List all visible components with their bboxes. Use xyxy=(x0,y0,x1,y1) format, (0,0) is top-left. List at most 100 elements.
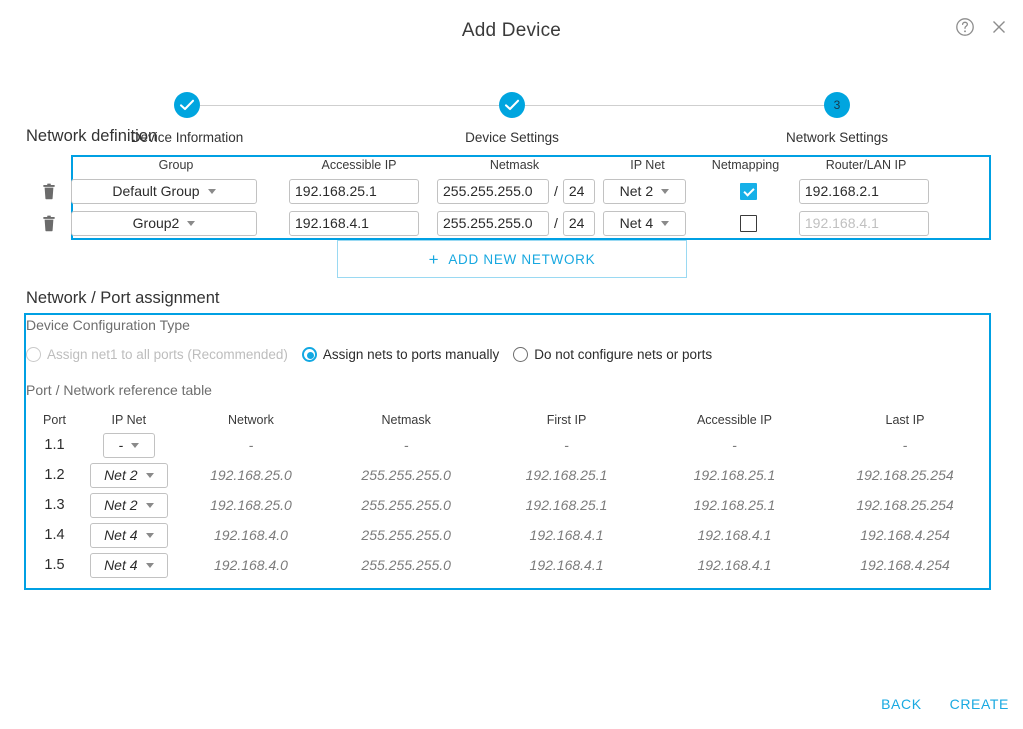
accessible-ip-input[interactable] xyxy=(289,178,419,204)
wizard-stepper: Device Information Device Settings 3 Net… xyxy=(0,46,1023,145)
first-ip-cell: - xyxy=(564,437,569,453)
netmapping-checkbox[interactable] xyxy=(739,182,757,200)
column-header-netmask: Netmask xyxy=(381,413,431,427)
netmask-input[interactable] xyxy=(437,210,549,236)
radio-circle-icon xyxy=(513,347,529,362)
cidr-input[interactable] xyxy=(562,178,595,204)
add-new-network-button[interactable]: + ADD NEW NETWORK xyxy=(337,240,687,278)
port-ip-net-value: Net 4 xyxy=(104,527,138,543)
network-definition-heading: Network definition xyxy=(26,127,158,145)
netmask-cell: 255.255.255.0 xyxy=(361,467,451,483)
ip-net-select[interactable]: Net 2 xyxy=(602,178,686,204)
step-complete-check-icon xyxy=(174,92,200,118)
port-ip-net-cell: Net 2 xyxy=(83,490,175,520)
chevron-down-icon xyxy=(145,532,154,538)
chevron-down-icon xyxy=(145,502,154,508)
column-header-ip-net: IP Net xyxy=(111,413,147,427)
footer-actions: BACK CREATE xyxy=(881,696,1009,712)
netmask-input[interactable] xyxy=(437,178,549,204)
column-header-ip-net: IP Net xyxy=(630,158,665,172)
chevron-down-icon xyxy=(661,220,670,226)
port-ip-net-select[interactable]: Net 2 xyxy=(89,462,168,488)
port-assignment-heading: Network / Port assignment xyxy=(26,289,220,307)
netmapping-checkbox[interactable] xyxy=(739,214,757,232)
port-cell: 1.1 xyxy=(44,437,65,453)
accessible-ip-cell: 192.168.4.1 xyxy=(697,557,772,573)
radio-assign-nets-manually[interactable]: Assign nets to ports manually xyxy=(301,347,500,362)
network-cell: 192.168.4.0 xyxy=(213,527,288,543)
cidr-input[interactable] xyxy=(562,210,595,236)
back-button[interactable]: BACK xyxy=(881,696,922,712)
chevron-down-icon xyxy=(661,188,670,194)
stepper-step-network-settings[interactable]: 3 Network Settings xyxy=(772,92,902,145)
first-ip-cell: 192.168.25.1 xyxy=(525,497,608,513)
network-definition-grid: Group Accessible IP Netmask IP Net Netma… xyxy=(26,155,994,239)
radio-label: Assign nets to ports manually xyxy=(322,347,500,362)
column-header-port: Port xyxy=(43,413,66,427)
column-header-group: Group xyxy=(158,158,194,172)
stepper-step-label: Network Settings xyxy=(785,130,889,145)
column-header-netmapping: Netmapping xyxy=(711,158,780,172)
group-select[interactable]: Default Group xyxy=(71,178,257,204)
column-header-first-ip: First IP xyxy=(546,413,587,427)
accessible-ip-cell: - xyxy=(732,437,737,453)
port-ip-net-select[interactable]: Net 2 xyxy=(89,492,168,518)
network-definition-row: Default Group / Net 2 xyxy=(26,175,994,207)
table-row: 1.4 Net 4 192.168.4.0 255.255.255.0 192.… xyxy=(26,520,989,550)
delete-network-button[interactable] xyxy=(26,215,71,232)
column-header-accessible-ip: Accessible IP xyxy=(696,413,772,427)
group-select-value: Group2 xyxy=(132,215,180,231)
column-header-network: Network xyxy=(228,413,274,427)
network-cell: 192.168.25.0 xyxy=(210,497,292,513)
first-ip-cell: 192.168.25.1 xyxy=(525,467,608,483)
accessible-ip-cell: 192.168.25.1 xyxy=(693,467,776,483)
port-ip-net-select[interactable]: - xyxy=(102,432,155,458)
group-select-value: Default Group xyxy=(112,183,200,199)
column-header-netmask: Netmask xyxy=(489,158,540,172)
device-configuration-type-label: Device Configuration Type xyxy=(26,317,190,333)
last-ip-cell: 192.168.25.254 xyxy=(856,497,954,513)
ip-net-select-value: Net 4 xyxy=(619,215,654,231)
port-ip-net-cell: Net 2 xyxy=(83,460,175,490)
port-ip-net-select[interactable]: Net 4 xyxy=(89,552,168,578)
step-complete-check-icon xyxy=(499,92,525,118)
last-ip-cell: 192.168.4.254 xyxy=(860,527,950,543)
network-cell: 192.168.25.0 xyxy=(210,467,292,483)
radio-do-not-configure[interactable]: Do not configure nets or ports xyxy=(513,347,712,362)
create-button[interactable]: CREATE xyxy=(950,696,1009,712)
ip-net-select-value: Net 2 xyxy=(619,183,654,199)
port-ip-net-select[interactable]: Net 4 xyxy=(89,522,168,548)
last-ip-cell: - xyxy=(902,437,908,453)
network-definition-row: Group2 / Net 4 xyxy=(26,207,994,239)
accessible-ip-input[interactable] xyxy=(289,210,419,236)
router-lan-ip-input[interactable] xyxy=(798,210,929,236)
reference-table-header-row: Port IP Net Network Netmask First IP Acc… xyxy=(26,410,989,430)
table-row: 1.1 - - - - - - xyxy=(26,430,989,460)
chevron-down-icon xyxy=(145,472,154,478)
radio-assign-net1-all-ports: Assign net1 to all ports (Recommended) xyxy=(26,347,288,362)
stepper-step-device-settings[interactable]: Device Settings xyxy=(447,92,577,145)
port-ip-net-cell: Net 4 xyxy=(83,520,175,550)
accessible-ip-cell: 192.168.4.1 xyxy=(697,527,772,543)
port-network-reference-table: Port IP Net Network Netmask First IP Acc… xyxy=(26,410,989,580)
port-ip-net-cell: Net 4 xyxy=(83,550,175,580)
step-current-badge: 3 xyxy=(824,92,850,118)
ip-net-select[interactable]: Net 4 xyxy=(602,210,686,236)
step-number: 3 xyxy=(833,98,841,112)
chevron-down-icon xyxy=(187,220,196,226)
chevron-down-icon xyxy=(145,562,154,568)
delete-network-button[interactable] xyxy=(26,183,71,200)
port-ip-net-value: - xyxy=(118,437,124,453)
router-lan-ip-input[interactable] xyxy=(798,178,929,204)
add-new-network-label: ADD NEW NETWORK xyxy=(448,251,596,267)
cidr-separator: / xyxy=(554,215,558,231)
trash-icon xyxy=(42,183,55,199)
first-ip-cell: 192.168.4.1 xyxy=(529,557,604,573)
network-definition-header-row: Group Accessible IP Netmask IP Net Netma… xyxy=(26,155,994,175)
group-select[interactable]: Group2 xyxy=(71,210,257,236)
netmask-cell: 255.255.255.0 xyxy=(361,527,451,543)
port-cell: 1.5 xyxy=(44,557,65,573)
port-ip-net-cell: - xyxy=(83,430,175,460)
radio-circle-icon xyxy=(26,347,41,362)
device-configuration-type-radio-group: Assign net1 to all ports (Recommended) A… xyxy=(26,347,726,362)
